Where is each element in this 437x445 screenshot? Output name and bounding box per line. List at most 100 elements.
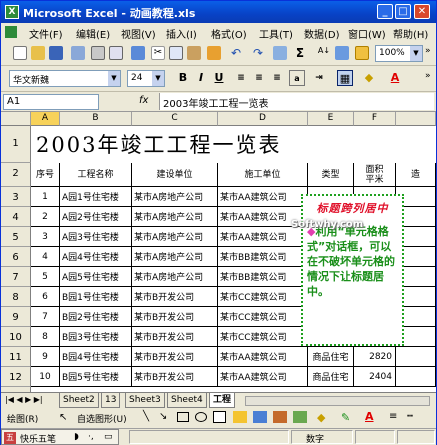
redo-icon[interactable]: ↷ [251,46,265,60]
cell-b9[interactable]: B园2号住宅楼 [60,307,132,327]
column-header-g[interactable] [396,112,436,126]
row-header-8[interactable]: 8 [1,287,31,307]
font-size-select[interactable]: 24 ▼ [127,70,165,87]
row-header-6[interactable]: 6 [1,247,31,267]
rectangle-icon[interactable] [177,412,189,422]
column-header-b[interactable]: B [60,112,132,126]
cell-b8[interactable]: B园1号住宅楼 [60,287,132,307]
cell-c10[interactable]: 某市B开发公司 [132,327,218,347]
tab-sheet2[interactable]: Sheet2 [59,393,99,408]
autosum-icon[interactable]: Σ [293,46,307,60]
cell-d12[interactable]: 某市AA建筑公司 [218,367,308,387]
tab-gongcheng[interactable]: 工程 [209,393,236,408]
cell-b10[interactable]: B园3号住宅楼 [60,327,132,347]
cell-b11[interactable]: B园4号住宅楼 [60,347,132,367]
line-icon[interactable]: ╲ [143,411,149,422]
italic-button[interactable]: I [193,70,209,86]
cell-a10[interactable]: 8 [31,327,60,347]
minimize-button[interactable]: _ [377,4,393,19]
row-header-12[interactable]: 12 [1,367,31,387]
tab-sheet3[interactable]: Sheet3 [125,393,165,408]
borders-icon[interactable]: ▦ [337,70,353,86]
horizontal-scrollbar[interactable] [245,396,430,406]
new-icon[interactable] [13,46,27,60]
cell-b5[interactable]: A园3号住宅楼 [60,227,132,247]
fill-color-icon[interactable]: ◆ [361,70,377,86]
cell-d3[interactable]: 某市AA建筑公司 [218,187,308,207]
column-title-d[interactable]: 施工单位 [218,163,308,187]
cell-d9[interactable]: 某市CC建筑公司 [218,307,308,327]
column-title-a[interactable]: 序号 [31,163,60,187]
cell-a6[interactable]: 4 [31,247,60,267]
menu-view[interactable]: 视图(V) [121,26,156,41]
close-button[interactable]: ✕ [414,4,430,19]
cell-f11[interactable]: 2820 [354,347,396,367]
menu-format[interactable]: 格式(O) [211,26,247,41]
cell-a9[interactable]: 7 [31,307,60,327]
cell-f12[interactable]: 2404 [354,367,396,387]
fx-icon[interactable]: fx [139,95,148,106]
permission-icon[interactable] [71,46,85,60]
menu-tools[interactable]: 工具(T) [259,26,293,41]
toolbar-options-icon[interactable]: » [425,71,437,85]
autoshapes-menu[interactable]: 自选图形(U) [77,412,127,425]
cell-d6[interactable]: 某市BB建筑公司 [218,247,308,267]
cell-b6[interactable]: A园4号住宅楼 [60,247,132,267]
picture-icon[interactable] [293,411,307,423]
row-header-9[interactable]: 9 [1,307,31,327]
cell-b12[interactable]: B园5号住宅楼 [60,367,132,387]
format-painter-icon[interactable] [207,46,221,60]
row-header-7[interactable]: 7 [1,267,31,287]
paste-icon[interactable] [187,46,201,60]
chevron-down-icon[interactable]: ▼ [152,71,164,86]
cell-b4[interactable]: A园2号住宅楼 [60,207,132,227]
column-header-d[interactable]: D [218,112,308,126]
tab-scroll-arrows-icon[interactable]: |◀ ◀ ▶ ▶| [5,395,43,404]
copy-icon[interactable] [169,46,183,60]
cell-d5[interactable]: 某市AA建筑公司 [218,227,308,247]
cell-g12[interactable] [396,367,436,387]
cell-e12[interactable]: 商品住宅 [308,367,354,387]
zoom-select[interactable]: 100% ▼ [375,45,423,62]
column-header-c[interactable]: C [132,112,218,126]
align-center-icon[interactable]: ≡ [251,70,267,86]
cell-a3[interactable]: 1 [31,187,60,207]
font-color-icon[interactable]: A [387,70,403,86]
merge-center-icon[interactable]: a [289,70,305,86]
tab-13[interactable]: 13 [101,393,121,408]
cell-c4[interactable]: 某市A房地产公司 [132,207,218,227]
cell-c8[interactable]: 某市B开发公司 [132,287,218,307]
column-title-b[interactable]: 工程名称 [60,163,132,187]
spelling-icon[interactable] [131,46,145,60]
chevron-down-icon[interactable]: ▼ [410,46,422,61]
cell-c5[interactable]: 某市A房地产公司 [132,227,218,247]
cell-a12[interactable]: 10 [31,367,60,387]
cell-c7[interactable]: 某市A房地产公司 [132,267,218,287]
column-header-e[interactable]: E [308,112,354,126]
menu-insert[interactable]: 插入(I) [166,26,197,41]
column-title-c[interactable]: 建设单位 [132,163,218,187]
menu-data[interactable]: 数据(D) [304,26,340,41]
hyperlink-icon[interactable] [273,46,287,60]
bold-button[interactable]: B [175,70,191,86]
cell-a11[interactable]: 9 [31,347,60,367]
row-header-1[interactable]: 1 [1,126,31,163]
row-header-3[interactable]: 3 [1,187,31,207]
line-style-icon[interactable]: ≡ [389,411,397,422]
arrow-icon[interactable]: ↘ [159,411,167,422]
punctuation-icon[interactable]: ·, [88,432,94,442]
formula-input[interactable]: 2003年竣工工程一览表 [159,93,434,110]
cell-a7[interactable]: 5 [31,267,60,287]
underline-button[interactable]: U [211,70,227,86]
font-color-icon[interactable]: A [365,410,374,423]
sheet-title-cell[interactable]: 2003年竣工工程一览表 [32,127,436,163]
soft-keyboard-icon[interactable]: ▭ [104,432,113,442]
save-icon[interactable] [49,46,63,60]
column-title-f[interactable]: 面积 平米 [354,163,396,187]
chart-wizard-icon[interactable] [335,46,349,60]
chevron-down-icon[interactable]: ▼ [108,71,120,86]
column-header-f[interactable]: F [354,112,396,126]
menu-edit[interactable]: 编辑(E) [76,26,110,41]
cell-e11[interactable]: 商品住宅 [308,347,354,367]
oval-icon[interactable] [195,412,207,422]
